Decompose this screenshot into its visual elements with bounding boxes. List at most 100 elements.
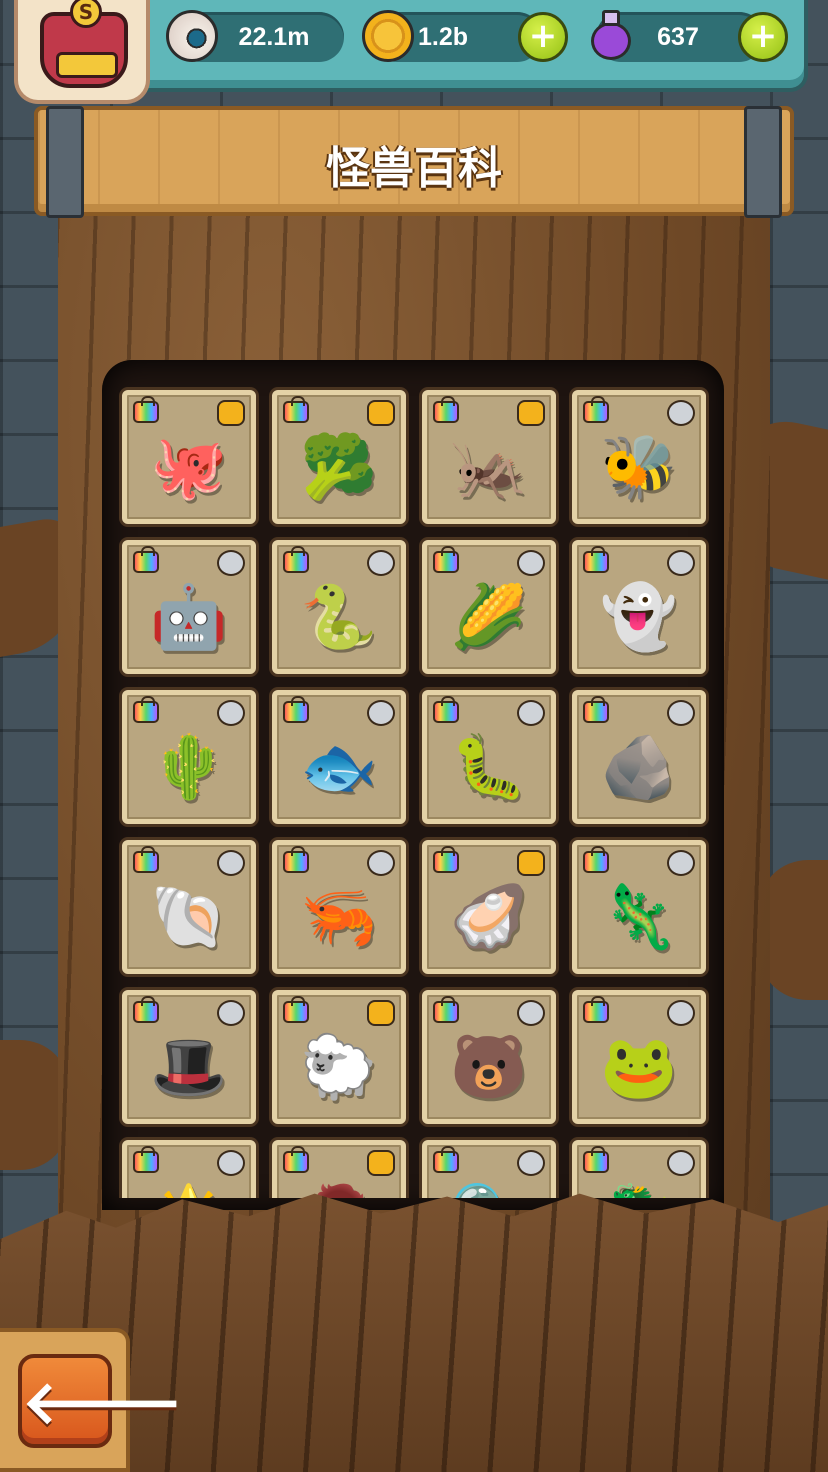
kg-weight-icon: [583, 546, 609, 573]
kg-weight-icon: [133, 546, 159, 573]
monster-card[interactable]: 🥦: [272, 390, 406, 524]
monster-icon: 🪨: [600, 729, 678, 803]
monster-card[interactable]: 🦗: [422, 390, 556, 524]
back-button[interactable]: 🡐: [18, 1354, 183, 1448]
monster-icon: 🫧: [450, 1185, 527, 1198]
back-arrow-icon: 🡐: [22, 1368, 183, 1438]
kg-weight-icon: [433, 1146, 459, 1173]
monster-icon: 🌵: [150, 729, 228, 803]
silver-rank-badge-icon: [667, 1150, 695, 1176]
monster-grid: 🐙 🥦 🦗 🐝 🤖 🐍 🌽 👻 🌵 🐟 🐛 🪨 🐚 🦐 🦪 🦎 🎩 🐑 🐻 🐸 🌟 🧟 🫧 🐉: [118, 386, 714, 1198]
silver-rank-badge-icon: [367, 850, 395, 876]
monster-icon: 🐉: [600, 1185, 677, 1198]
monster-icon: 🐝: [600, 429, 678, 503]
silver-rank-badge-icon: [367, 700, 395, 726]
monster-icon: 🐙: [150, 429, 228, 503]
kg-weight-icon: [583, 996, 609, 1023]
monster-card[interactable]: 🐙: [122, 390, 256, 524]
kg-weight-icon: [283, 546, 309, 573]
kg-weight-icon: [283, 846, 309, 873]
monster-icon: 🐍: [300, 579, 378, 653]
monster-card[interactable]: 🐉: [572, 1140, 706, 1198]
kg-weight-icon: [583, 696, 609, 723]
monster-card[interactable]: 🦎: [572, 840, 706, 974]
silver-rank-badge-icon: [517, 700, 545, 726]
monster-card[interactable]: 🦪: [422, 840, 556, 974]
kg-weight-icon: [283, 696, 309, 723]
kg-weight-icon: [583, 846, 609, 873]
monster-icon: 🦗: [450, 429, 528, 503]
page-title: 怪兽百科: [326, 143, 502, 194]
gold-rank-badge-icon: [367, 1000, 395, 1026]
monster-card[interactable]: 🐑: [272, 990, 406, 1124]
monster-icon: 👻: [600, 579, 678, 653]
add-coins-button[interactable]: +: [518, 12, 568, 62]
silver-rank-badge-icon: [667, 850, 695, 876]
gold-rank-badge-icon: [517, 400, 545, 426]
gold-rank-badge-icon: [367, 400, 395, 426]
silver-rank-badge-icon: [667, 700, 695, 726]
gold-rank-badge-icon: [367, 1150, 395, 1176]
monster-icon: 🥦: [300, 429, 378, 503]
monster-card[interactable]: 🐟: [272, 690, 406, 824]
gold-rank-badge-icon: [517, 850, 545, 876]
monster-icon: 🐚: [150, 879, 228, 953]
silver-rank-badge-icon: [517, 1000, 545, 1026]
monster-icon: 🦐: [300, 879, 378, 953]
silver-rank-badge-icon: [667, 400, 695, 426]
monster-icon: 🐛: [450, 729, 528, 803]
silver-rank-badge-icon: [217, 550, 245, 576]
silver-rank-badge-icon: [217, 1150, 245, 1176]
monster-icon: 🌽: [450, 579, 528, 653]
monster-card[interactable]: 🫧: [422, 1140, 556, 1198]
kg-weight-icon: [133, 396, 159, 423]
kg-weight-icon: [433, 846, 459, 873]
monster-card[interactable]: 🐚: [122, 840, 256, 974]
monster-icon: 🌟: [150, 1185, 227, 1198]
monster-card[interactable]: 🦐: [272, 840, 406, 974]
eyeball-icon: [166, 10, 218, 62]
monster-icon: 🤖: [150, 579, 228, 653]
monster-card[interactable]: 🪨: [572, 690, 706, 824]
kg-weight-icon: [133, 996, 159, 1023]
silver-rank-badge-icon: [517, 1150, 545, 1176]
monster-card[interactable]: 🐝: [572, 390, 706, 524]
kg-weight-icon: [433, 396, 459, 423]
monster-card[interactable]: 🌟: [122, 1140, 256, 1198]
kg-weight-icon: [133, 846, 159, 873]
kg-weight-icon: [583, 396, 609, 423]
monster-card[interactable]: 🌵: [122, 690, 256, 824]
monster-card[interactable]: 🐍: [272, 540, 406, 674]
kg-weight-icon: [283, 1146, 309, 1173]
gold-rank-badge-icon: [217, 400, 245, 426]
kg-weight-icon: [133, 1146, 159, 1173]
monster-card[interactable]: 🤖: [122, 540, 256, 674]
title-banner: 怪兽百科: [34, 106, 794, 218]
monster-card[interactable]: 🐛: [422, 690, 556, 824]
silver-rank-badge-icon: [217, 700, 245, 726]
monster-card[interactable]: 🧟: [272, 1140, 406, 1198]
monster-icon: 🎩: [150, 1029, 228, 1103]
silver-rank-badge-icon: [667, 550, 695, 576]
kg-weight-icon: [583, 1146, 609, 1173]
monster-card[interactable]: 🐸: [572, 990, 706, 1124]
coin-icon: [362, 10, 414, 62]
silver-rank-badge-icon: [217, 1000, 245, 1026]
silver-rank-badge-icon: [667, 1000, 695, 1026]
potion-icon: [585, 8, 637, 60]
kg-weight-icon: [283, 396, 309, 423]
player-avatar[interactable]: S: [14, 0, 150, 104]
monster-icon: 🦎: [600, 879, 678, 953]
monster-card[interactable]: 👻: [572, 540, 706, 674]
monster-card[interactable]: 🎩: [122, 990, 256, 1124]
add-potions-button[interactable]: +: [738, 12, 788, 62]
silver-rank-badge-icon: [367, 550, 395, 576]
monster-icon: 🐟: [300, 729, 378, 803]
kg-weight-icon: [283, 996, 309, 1023]
monster-card[interactable]: 🐻: [422, 990, 556, 1124]
monster-icon: 🦪: [450, 879, 528, 953]
kg-weight-icon: [133, 696, 159, 723]
monster-card[interactable]: 🌽: [422, 540, 556, 674]
monster-icon: 🐸: [600, 1029, 678, 1103]
kg-weight-icon: [433, 546, 459, 573]
